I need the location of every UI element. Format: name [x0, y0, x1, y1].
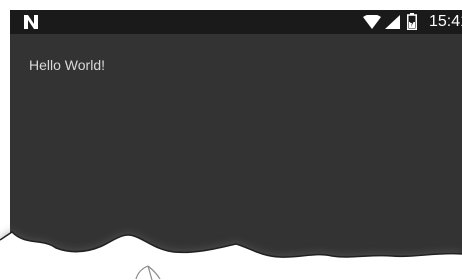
hello-text: Hello World!	[29, 57, 105, 73]
n-icon	[24, 15, 38, 29]
status-bar: 15:41	[10, 10, 462, 34]
cell-signal-icon	[385, 15, 400, 29]
wifi-icon	[363, 15, 381, 29]
app-content: Hello World!	[10, 34, 462, 280]
status-clock: 15:41	[429, 13, 462, 30]
screenshot: 15:41 Hello World!	[0, 0, 462, 280]
battery-icon	[407, 13, 417, 30]
